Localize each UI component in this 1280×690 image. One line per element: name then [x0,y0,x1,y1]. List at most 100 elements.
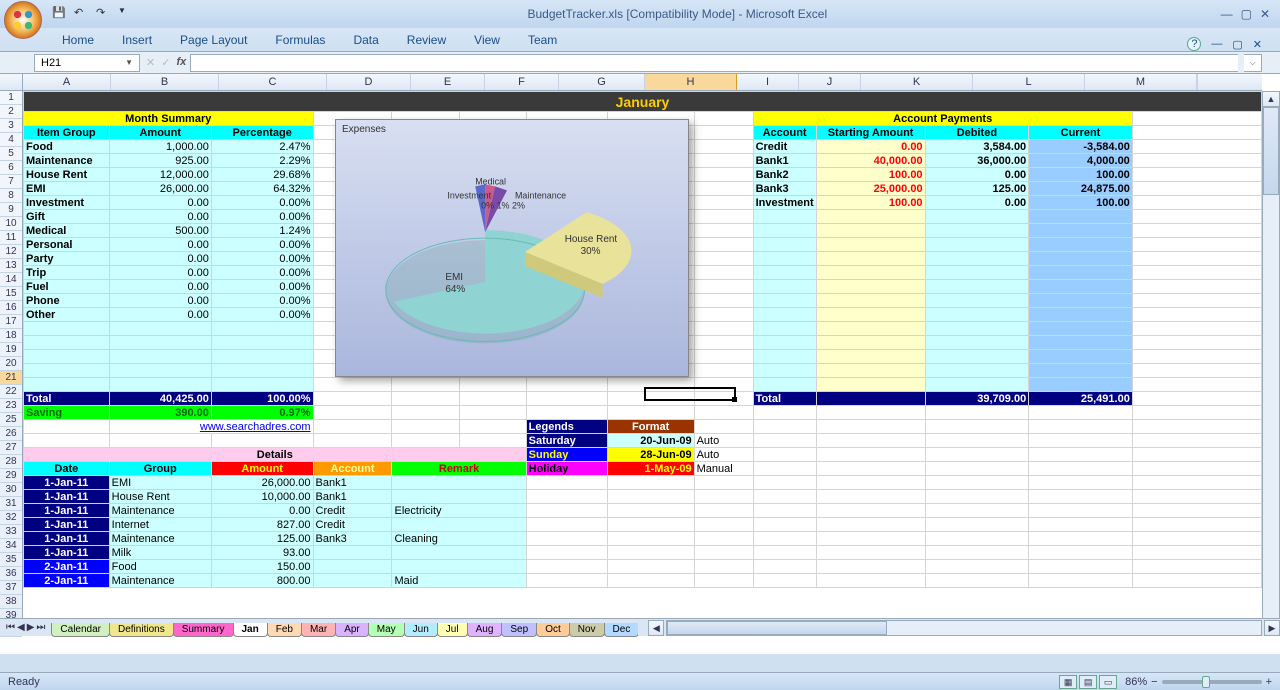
cell[interactable] [694,490,753,504]
legends-header[interactable]: Legends [526,420,607,434]
sheet-tab-jun[interactable]: Jun [404,623,438,637]
cell[interactable]: 20-Jun-09 [607,434,694,448]
cell[interactable] [753,210,816,224]
cell[interactable]: 827.00 [211,518,313,532]
cell[interactable] [694,392,753,406]
restore-button[interactable]: ▢ [1241,7,1252,21]
sheet-tab-aug[interactable]: Aug [467,623,503,637]
cell[interactable]: Bank1 [313,490,392,504]
cell[interactable] [816,476,925,490]
cell[interactable] [1029,518,1133,532]
cell[interactable] [24,378,110,392]
cell[interactable] [526,518,607,532]
cell[interactable] [753,224,816,238]
cell[interactable] [1029,238,1133,252]
cell[interactable] [526,504,607,518]
cell[interactable] [313,560,392,574]
cell[interactable] [816,434,925,448]
help-icon[interactable]: ? [1187,37,1201,51]
external-link[interactable]: www.searchadres.com [200,421,311,433]
sheet-tab-summary[interactable]: Summary [173,623,234,637]
cell[interactable] [392,546,526,560]
row-header-32[interactable]: 32 [0,511,22,525]
cell[interactable]: 0.00 [109,280,211,294]
cell[interactable]: Amount [211,462,313,476]
cell[interactable] [694,518,753,532]
cell[interactable] [459,420,526,434]
cell[interactable] [1029,308,1133,322]
ribbon-tab-data[interactable]: Data [339,29,392,51]
sheet-tab-dec[interactable]: Dec [604,623,639,637]
sheet-tab-jul[interactable]: Jul [437,623,468,637]
cell[interactable]: Account [313,462,392,476]
column-header-K[interactable]: K [861,74,973,90]
ribbon-tab-insert[interactable]: Insert [108,29,166,51]
row-header-19[interactable]: 19 [0,343,22,357]
cell[interactable] [1132,322,1261,336]
cell[interactable] [24,336,110,350]
cell[interactable] [925,420,1029,434]
cell[interactable] [694,196,753,210]
row-header-6[interactable]: 6 [0,161,22,175]
sheet-tab-apr[interactable]: Apr [335,623,369,637]
column-header-C[interactable]: C [219,74,327,90]
cell[interactable] [211,336,313,350]
cell[interactable]: Current [1029,126,1133,140]
cell[interactable] [694,224,753,238]
cell[interactable]: 100.00 [816,168,925,182]
ribbon-tab-review[interactable]: Review [393,29,460,51]
cell[interactable]: Account [753,126,816,140]
cell[interactable] [753,574,816,588]
cell[interactable] [925,462,1029,476]
cell[interactable] [1029,350,1133,364]
cell[interactable] [607,560,694,574]
cell[interactable]: 800.00 [211,574,313,588]
details-header[interactable]: Details [24,448,527,462]
workbook-minimize-icon[interactable]: — [1211,38,1222,50]
cell[interactable] [1029,574,1133,588]
row-header-18[interactable]: 18 [0,329,22,343]
row-header-4[interactable]: 4 [0,133,22,147]
cell[interactable] [607,378,694,392]
cell[interactable] [753,518,816,532]
cell[interactable] [607,546,694,560]
cell[interactable] [694,238,753,252]
cell[interactable]: 150.00 [211,560,313,574]
cell[interactable] [925,546,1029,560]
cell[interactable]: Bank3 [753,182,816,196]
cell[interactable] [211,322,313,336]
cell[interactable] [1132,490,1261,504]
cell[interactable]: Phone [24,294,110,308]
cell[interactable] [1132,154,1261,168]
fx-icon[interactable]: fx [176,56,186,69]
cell[interactable]: 390.00 [109,406,211,420]
cell[interactable] [925,560,1029,574]
cell[interactable] [1029,560,1133,574]
cell[interactable] [1132,364,1261,378]
cell[interactable] [816,420,925,434]
cell[interactable] [753,532,816,546]
row-header-37[interactable]: 37 [0,581,22,595]
cell[interactable] [925,350,1029,364]
cell[interactable] [694,308,753,322]
cell[interactable] [392,434,459,448]
column-header-M[interactable]: M [1085,74,1197,90]
cell[interactable]: Remark [392,462,526,476]
cell[interactable]: Group [109,462,211,476]
cell[interactable] [1132,294,1261,308]
cell[interactable] [816,336,925,350]
cell[interactable]: House Rent [24,168,110,182]
cell[interactable] [694,210,753,224]
cell[interactable]: Maintenance [109,532,211,546]
cell[interactable] [694,252,753,266]
tab-first-icon[interactable]: ⏮ [6,622,15,633]
cell[interactable] [313,406,392,420]
cell[interactable] [392,476,526,490]
cell[interactable] [1132,350,1261,364]
cell[interactable]: Manual [694,462,753,476]
cell[interactable] [1132,336,1261,350]
cell[interactable] [694,532,753,546]
cell[interactable] [925,518,1029,532]
cell[interactable] [1132,378,1261,392]
cell[interactable] [211,378,313,392]
